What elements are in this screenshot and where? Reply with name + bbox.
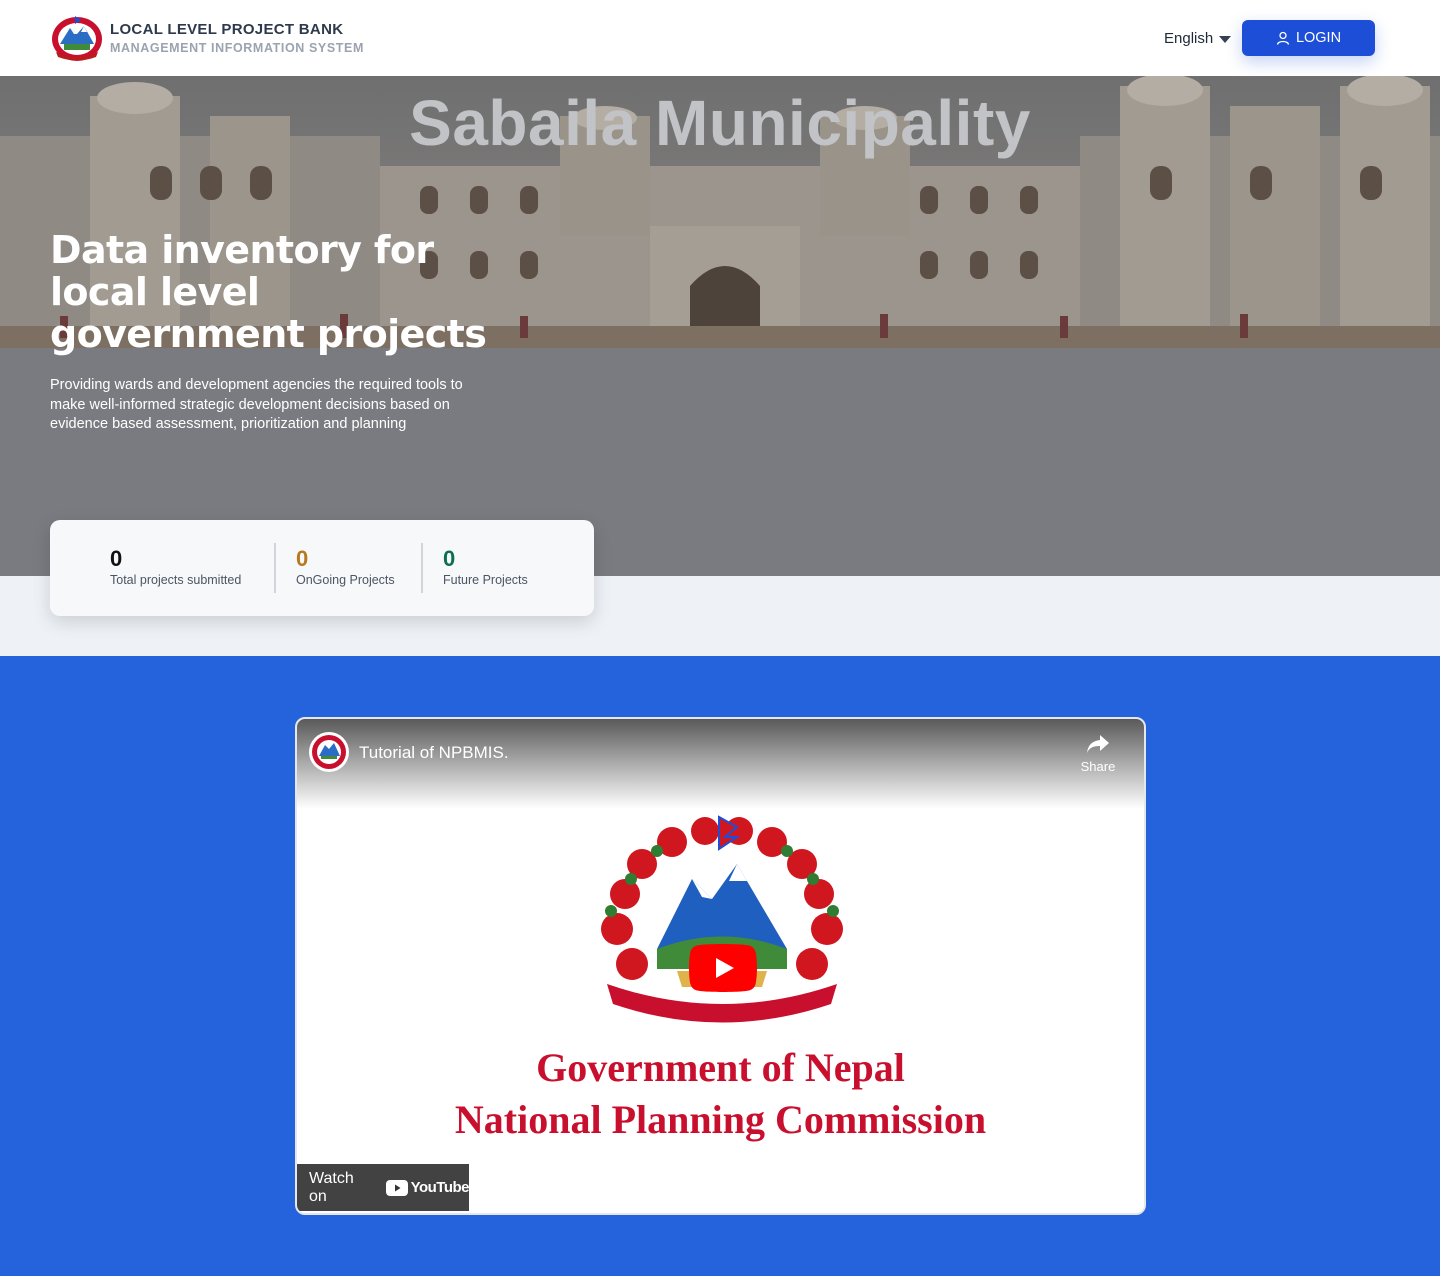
stat-total-projects: 0 Total projects submitted [110, 546, 241, 587]
youtube-logo: YouTube [385, 1179, 470, 1196]
stat-divider [421, 543, 423, 593]
stat-future-projects: 0 Future Projects [443, 546, 528, 587]
project-stats-card: 0 Total projects submitted 0 OnGoing Pro… [50, 520, 594, 616]
nepal-emblem-icon [312, 735, 346, 769]
stat-value: 0 [110, 546, 123, 571]
video-title[interactable]: Tutorial of NPBMIS. [359, 743, 509, 763]
video-line-commission: National Planning Commission [454, 1097, 987, 1142]
watch-on-youtube-button[interactable]: Watch on YouTube [297, 1164, 470, 1211]
top-navbar: LOCAL LEVEL PROJECT BANK MANAGEMENT INFO… [0, 0, 1440, 76]
player-top-bar [297, 719, 1144, 809]
language-dropdown[interactable]: English [1164, 28, 1232, 48]
play-icon[interactable] [689, 944, 757, 992]
stat-label: OnGoing Projects [296, 573, 395, 587]
hero-section: Sabaila Municipality Data inventory for … [0, 76, 1440, 576]
stat-label: Future Projects [443, 573, 528, 587]
youtube-label: YouTube [410, 1179, 470, 1196]
tutorial-video-section: Government of Nepal National Planning Co… [0, 656, 1440, 1276]
hero-heading: Data inventory for local level governmen… [50, 228, 487, 356]
brand-logo-link[interactable]: LOCAL LEVEL PROJECT BANK MANAGEMENT INFO… [50, 14, 364, 62]
channel-avatar[interactable] [309, 732, 349, 772]
video-line-government: Government of Nepal [536, 1045, 905, 1090]
youtube-icon [385, 1179, 408, 1196]
brand-title: LOCAL LEVEL PROJECT BANK [110, 20, 344, 38]
login-button[interactable]: LOGIN [1242, 20, 1375, 56]
stat-value: 0 [443, 546, 456, 571]
stat-label: Total projects submitted [110, 573, 242, 587]
watch-on-label: Watch on [309, 1169, 354, 1205]
language-label: English [1164, 29, 1214, 47]
login-label: LOGIN [1295, 30, 1342, 46]
nepal-emblem-image [601, 815, 843, 1023]
caret-down-icon [1219, 35, 1232, 43]
stat-divider [274, 543, 276, 593]
share-label: Share [1080, 759, 1116, 774]
municipality-title: Sabaila Municipality [409, 87, 1031, 159]
stat-ongoing-projects: 0 OnGoing Projects [296, 546, 395, 587]
hero-description: Providing wards and development agencies… [50, 377, 463, 432]
stat-value: 0 [296, 546, 309, 571]
nepal-emblem-icon [52, 16, 102, 61]
brand-subtitle: MANAGEMENT INFORMATION SYSTEM [110, 40, 364, 55]
share-button[interactable]: Share [1078, 733, 1118, 774]
share-icon [1087, 735, 1109, 753]
youtube-video-player[interactable]: Government of Nepal National Planning Co… [295, 717, 1146, 1215]
user-icon [1276, 31, 1290, 45]
